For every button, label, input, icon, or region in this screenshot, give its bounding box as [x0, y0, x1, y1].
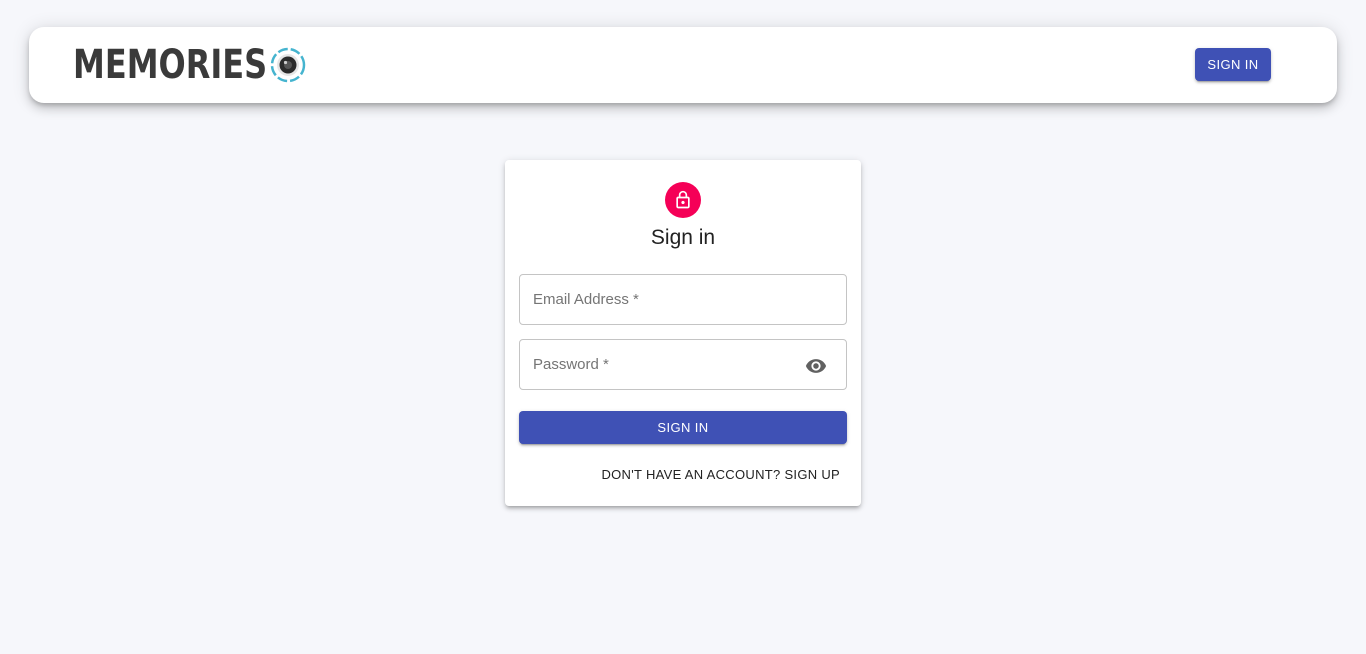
- app-bar: MEMORIES SIGN IN: [29, 27, 1337, 103]
- password-input[interactable]: [520, 340, 846, 389]
- toggle-password-visibility-button[interactable]: [804, 354, 828, 378]
- brand-title: MEMORIES: [73, 42, 268, 88]
- brand[interactable]: MEMORIES: [73, 42, 306, 88]
- signin-card: Sign in SIGN IN DON'T HAVE AN ACCOUNT? S…: [505, 160, 861, 506]
- eye-icon: [805, 359, 827, 373]
- lock-icon: [676, 190, 690, 209]
- page-title: Sign in: [650, 226, 716, 249]
- lock-avatar: [665, 182, 701, 218]
- signin-submit-button[interactable]: SIGN IN: [519, 411, 847, 444]
- signup-switch-link[interactable]: DON'T HAVE AN ACCOUNT? SIGN UP: [601, 467, 840, 482]
- email-field[interactable]: [519, 274, 847, 325]
- camera-lens-icon: [270, 47, 306, 83]
- header-signin-button[interactable]: SIGN IN: [1195, 48, 1271, 81]
- email-input[interactable]: [520, 275, 846, 324]
- password-field[interactable]: [519, 339, 847, 390]
